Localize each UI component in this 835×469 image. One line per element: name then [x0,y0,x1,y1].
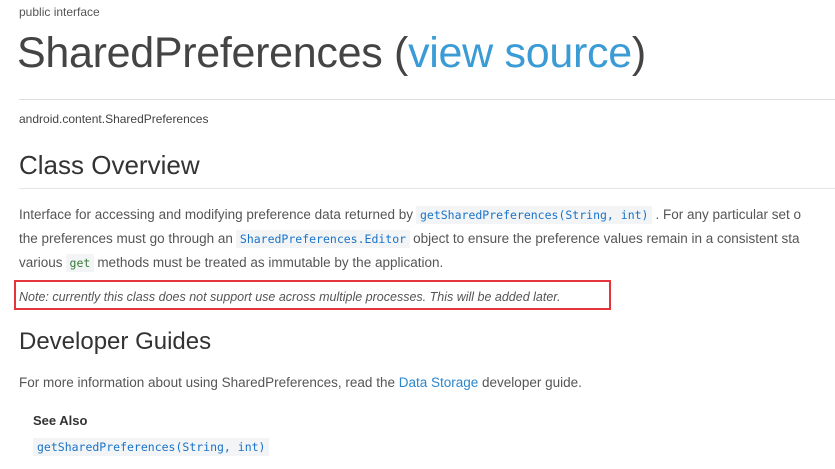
page-title: SharedPreferences (view source) [17,25,646,81]
overview-text: the preferences must go through an [19,231,233,246]
get-code: get [65,254,95,272]
overview-divider [19,188,835,189]
title-divider [19,99,835,100]
title-close-paren: ) [631,29,646,77]
get-shared-preferences-link[interactable]: getSharedPreferences(String, int) [415,206,653,224]
guide-paragraph: For more information about using SharedP… [19,375,582,390]
guide-text: developer guide. [478,375,582,390]
overview-paragraph: Interface for accessing and modifying pr… [19,203,835,275]
see-also-get-shared-preferences-link[interactable]: getSharedPreferences(String, int) [33,438,270,456]
overview-text: Interface for accessing and modifying pr… [19,207,413,222]
data-storage-link[interactable]: Data Storage [399,375,479,390]
overview-text: object to ensure the preference values r… [413,231,800,246]
developer-guides-heading: Developer Guides [19,328,212,355]
overview-line-3: various get methods must be treated as imm… [19,251,835,275]
class-overview-heading: Class Overview [19,150,200,180]
overview-text: . For any particular set o [655,207,802,222]
title-open-paren: ( [382,29,409,77]
interface-eyebrow: public interface [19,5,100,19]
view-source-link[interactable]: view source [408,29,632,77]
see-also-label: See Also [33,413,88,428]
overview-line-2: the preferences must go through an Shared… [19,227,835,251]
see-also-item: getSharedPreferences(String, int) [33,438,270,456]
overview-line-1: Interface for accessing and modifying pr… [19,203,835,227]
overview-text: methods must be treated as immutable by … [97,255,444,270]
class-name: SharedPreferences [17,29,383,77]
package-name: android.content.SharedPreferences [19,112,209,126]
processes-note: Note: currently this class does not supp… [19,290,561,304]
editor-link[interactable]: SharedPreferences.Editor [235,230,411,248]
overview-text: various [19,255,63,270]
guide-text: For more information about using SharedP… [19,375,399,390]
